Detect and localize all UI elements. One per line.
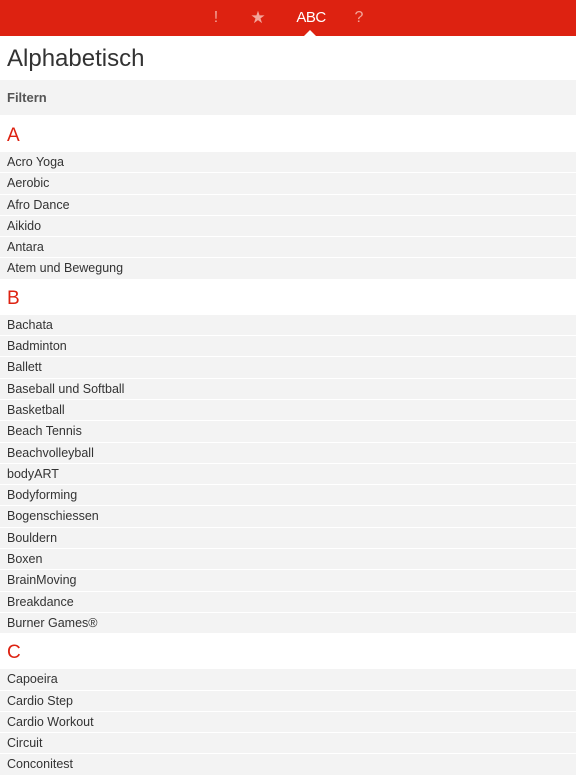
list-item[interactable]: Badminton — [0, 336, 576, 358]
list-item[interactable]: bodyART — [0, 463, 576, 486]
tab-alert[interactable]: ! — [205, 0, 227, 36]
list-item[interactable]: Acro Yoga — [0, 152, 576, 174]
list-item[interactable]: Atem und Bewegung — [0, 258, 576, 280]
list-item[interactable]: Breakdance — [0, 591, 576, 613]
list-item[interactable]: Boxen — [0, 549, 576, 571]
list-item[interactable]: Cardio Step — [0, 690, 576, 712]
page-title: Alphabetisch — [7, 45, 145, 72]
section-header-c: C — [0, 634, 576, 670]
list-item[interactable]: Burner Games® — [0, 612, 576, 635]
list-item[interactable]: Bouldern — [0, 527, 576, 550]
list-item[interactable]: Capoeira — [0, 669, 576, 691]
list-item[interactable]: Bogenschiessen — [0, 506, 576, 528]
list-item[interactable]: Beach Tennis — [0, 421, 576, 443]
top-tab-bar: ! ★ ABC ? — [0, 0, 576, 36]
filter-label[interactable]: Filtern — [7, 80, 47, 115]
list-item[interactable]: Baseball und Softball — [0, 378, 576, 400]
list-item[interactable]: BrainMoving — [0, 570, 576, 592]
sport-list: A Acro Yoga Aerobic Afro Dance Aikido Antara A… — [0, 117, 576, 776]
list-item[interactable]: Afro Dance — [0, 194, 576, 216]
list-item[interactable]: Basketball — [0, 399, 576, 422]
list-item[interactable]: Aikido — [0, 215, 576, 238]
list-item[interactable]: Beachvolleyball — [0, 442, 576, 464]
list-item[interactable]: Cardio Workout — [0, 711, 576, 734]
tab-favorites-star-icon[interactable]: ★ — [245, 0, 271, 36]
tab-help[interactable]: ? — [348, 0, 370, 36]
section-header-a: A — [0, 117, 576, 152]
list-item[interactable]: Circuit — [0, 733, 576, 755]
list-item[interactable]: Aerobic — [0, 173, 576, 195]
list-item[interactable]: Bachata — [0, 314, 576, 337]
active-tab-indicator — [304, 30, 316, 36]
list-item[interactable]: Bodyforming — [0, 485, 576, 507]
filter-bar[interactable]: Filtern — [0, 80, 576, 115]
list-item[interactable]: Antara — [0, 237, 576, 259]
list-item[interactable]: Conconitest — [0, 754, 576, 776]
section-header-b: B — [0, 279, 576, 315]
list-item[interactable]: Ballett — [0, 357, 576, 379]
